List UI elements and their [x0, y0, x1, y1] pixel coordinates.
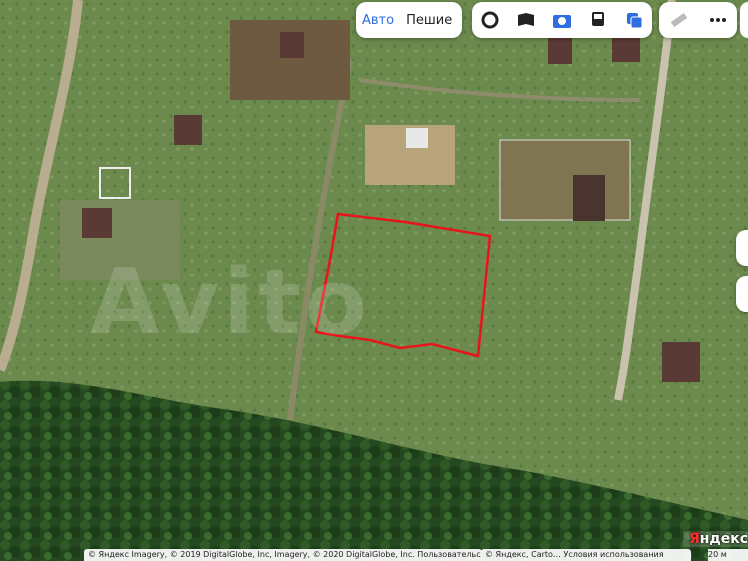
circle-ring-icon[interactable]: [477, 7, 503, 33]
ruler-icon[interactable]: [666, 7, 692, 33]
mode-walk[interactable]: Пешие: [400, 13, 458, 28]
side-zoom-out[interactable]: [736, 276, 748, 312]
yandex-logo: Яндекс: [682, 531, 748, 547]
house: [573, 175, 605, 221]
camera-icon[interactable]: [549, 7, 575, 33]
logo-rest: ндекс: [699, 531, 748, 547]
house: [280, 32, 304, 58]
layers-panel: [472, 2, 652, 38]
mode-car[interactable]: Авто: [356, 13, 400, 28]
house: [548, 38, 572, 64]
more-dots-icon[interactable]: [705, 7, 731, 33]
logo-first-letter: Я: [688, 531, 700, 547]
house: [662, 342, 700, 382]
copyright-terms[interactable]: © Яндекс, Carto… Условия использования: [481, 549, 691, 561]
house: [174, 115, 202, 145]
house: [612, 38, 640, 62]
house: [82, 208, 112, 238]
yard-right: [499, 139, 631, 221]
tool-panel: [659, 2, 737, 38]
panorama-book-icon[interactable]: [513, 7, 539, 33]
copyright-imagery[interactable]: © Яндекс Imagery, © 2019 DigitalGlobe, I…: [84, 549, 482, 561]
bus-icon[interactable]: [585, 7, 611, 33]
layers-icon[interactable]: [621, 7, 647, 33]
side-zoom-in[interactable]: [736, 230, 748, 266]
side-tab-top[interactable]: [740, 2, 748, 38]
transport-mode-panel: Авто Пешие: [356, 2, 462, 38]
scale-bar: 20 м: [708, 549, 748, 561]
house: [406, 128, 428, 148]
watermark: Avito: [90, 250, 371, 355]
